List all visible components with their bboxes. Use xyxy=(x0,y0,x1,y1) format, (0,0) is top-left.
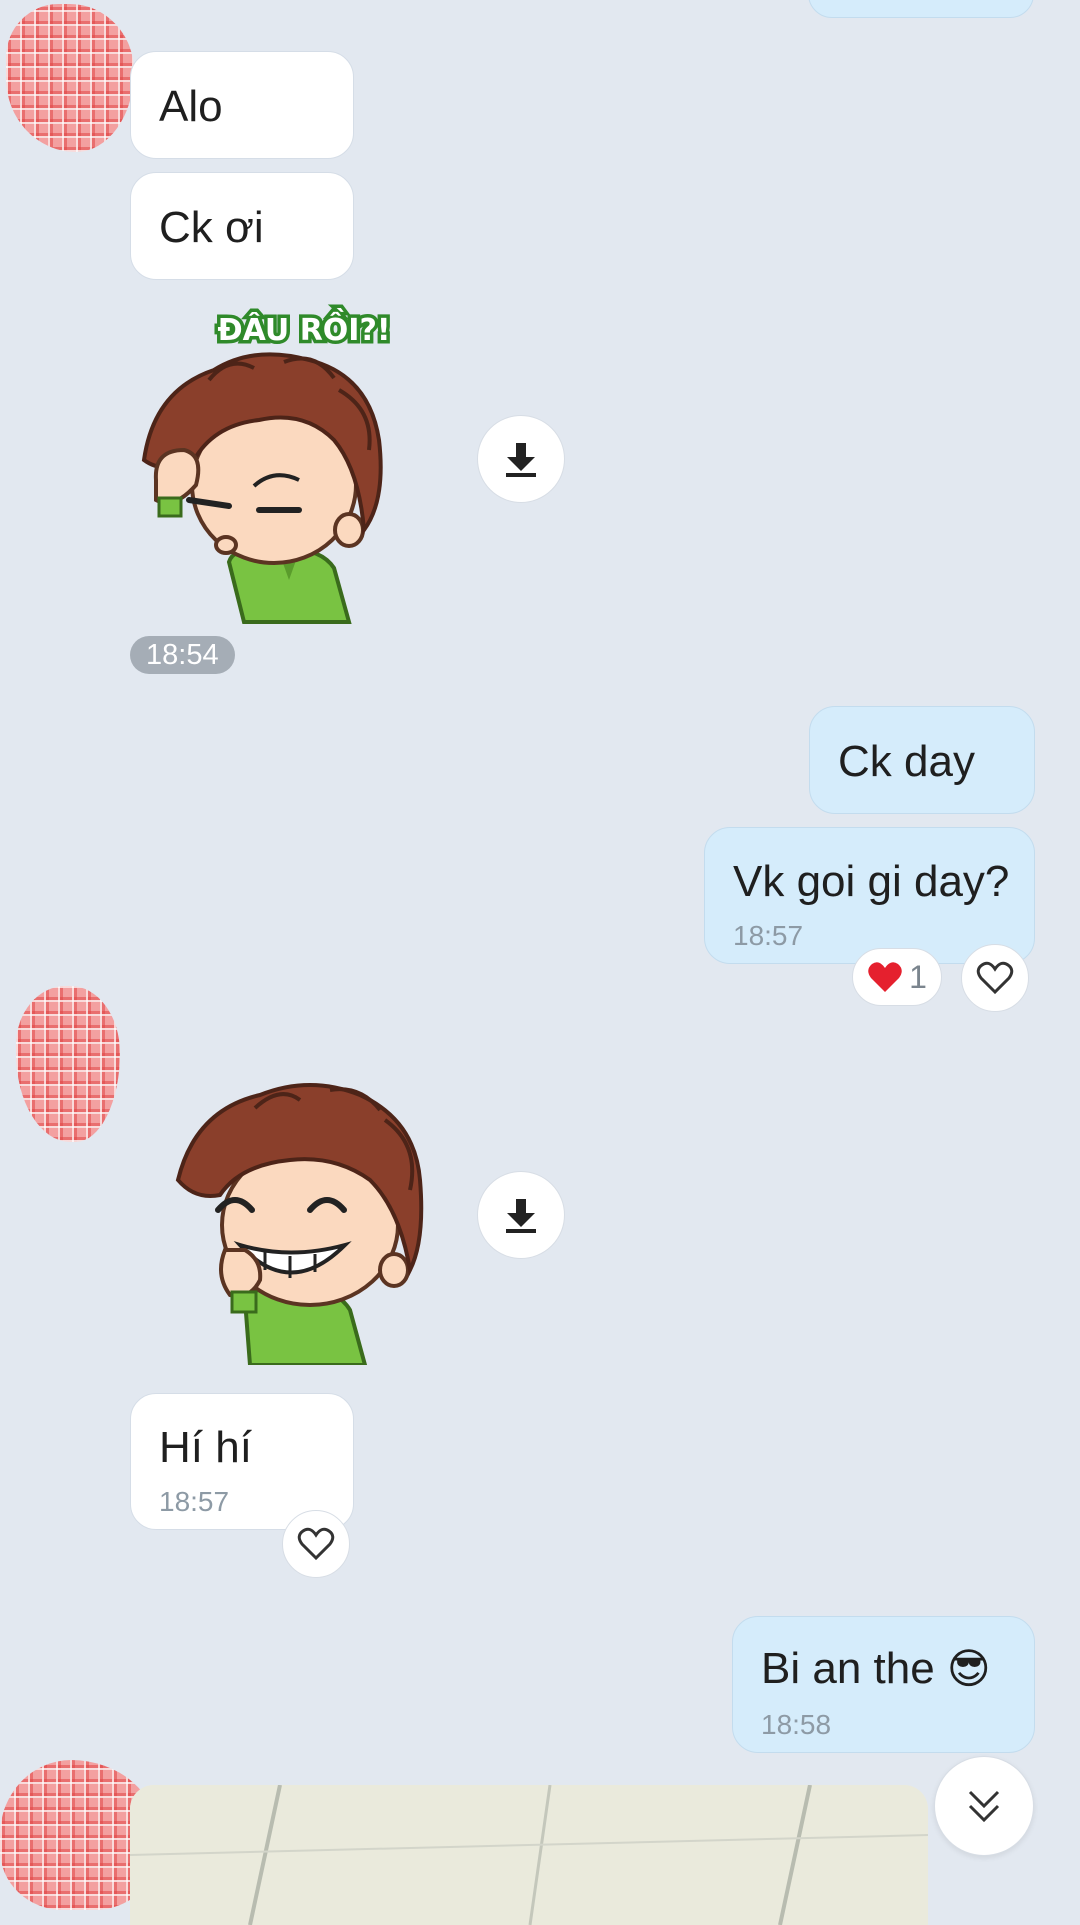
message-time-pill: 18:54 xyxy=(130,636,235,674)
heart-outline-icon xyxy=(297,1527,335,1561)
download-sticker-button[interactable] xyxy=(477,415,565,503)
sticker-thinking-boy[interactable]: ĐÂU RỒI?! xyxy=(134,300,394,624)
download-sticker-button[interactable] xyxy=(477,1171,565,1259)
sticker-grinning-boy[interactable] xyxy=(170,1060,440,1367)
message-text: Ck ơi xyxy=(159,203,264,252)
image-message-preview[interactable] xyxy=(130,1785,928,1925)
heart-outline-icon xyxy=(976,961,1014,995)
message-bubble-partial[interactable] xyxy=(808,0,1034,18)
download-icon xyxy=(506,443,536,477)
message-bubble-bi-an-the[interactable]: Bi an the 😎 18:58 xyxy=(732,1616,1035,1753)
message-time: 18:57 xyxy=(159,1486,230,1517)
avatar[interactable] xyxy=(16,986,120,1142)
message-bubble-ck-oi[interactable]: Ck ơi xyxy=(130,172,354,280)
react-heart-button[interactable] xyxy=(282,1510,350,1578)
reaction-summary[interactable]: 1 xyxy=(852,948,942,1006)
heart-filled-icon xyxy=(868,962,902,992)
avatar[interactable] xyxy=(6,4,134,152)
sticker-caption: ĐÂU RỒI?! xyxy=(217,307,390,348)
message-text-content: Bi an the xyxy=(761,1644,935,1693)
message-text: Vk goi gi day? xyxy=(733,857,1010,906)
message-text: Alo xyxy=(159,82,223,131)
message-time: 18:58 xyxy=(761,1709,832,1740)
message-text: Hí hí xyxy=(159,1423,252,1472)
message-time: 18:57 xyxy=(733,920,804,951)
reaction-count: 1 xyxy=(909,958,927,995)
message-text: Bi an the 😎 xyxy=(761,1647,991,1691)
message-bubble-alo[interactable]: Alo xyxy=(130,51,354,159)
download-icon xyxy=(506,1199,536,1233)
sunglasses-emoji-icon: 😎 xyxy=(946,1644,991,1693)
message-text: Ck day xyxy=(838,737,975,786)
scroll-to-bottom-button[interactable] xyxy=(934,1756,1034,1856)
message-bubble-vk-goi-gi-day[interactable]: Vk goi gi day? 18:57 xyxy=(704,827,1035,964)
react-heart-button[interactable] xyxy=(961,944,1029,1012)
message-bubble-ck-day[interactable]: Ck day xyxy=(809,706,1035,814)
chevron-double-down-icon xyxy=(968,1790,1000,1823)
